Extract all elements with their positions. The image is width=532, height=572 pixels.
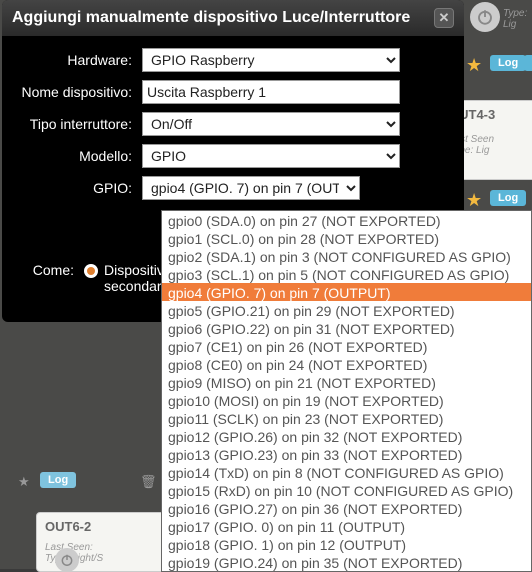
label-switch-type: Tipo interruttore: — [12, 116, 142, 132]
radio-icon — [84, 264, 98, 278]
gpio-option[interactable]: gpio12 (GPIO.26) on pin 32 (NOT EXPORTED… — [162, 427, 531, 445]
star-icon-2: ★ — [466, 190, 482, 211]
device-name-input[interactable] — [142, 80, 400, 104]
gpio-option[interactable]: gpio9 (MISO) on pin 21 (NOT EXPORTED) — [162, 373, 531, 391]
switch-type-select[interactable]: On/Off — [142, 112, 400, 136]
gpio-option[interactable]: gpio3 (SCL.1) on pin 5 (NOT CONFIGURED A… — [162, 265, 531, 283]
gpio-option[interactable]: gpio7 (CE1) on pin 26 (NOT EXPORTED) — [162, 337, 531, 355]
trash-icon: 🗑 — [140, 474, 157, 490]
row-hardware: Hardware: GPIO Raspberry — [12, 48, 454, 72]
row-switch-type: Tipo interruttore: On/Off — [12, 112, 454, 136]
dialog-titlebar[interactable]: Aggiungi manualmente dispositivo Luce/In… — [2, 0, 464, 36]
gpio-option[interactable]: gpio5 (GPIO.21) on pin 29 (NOT EXPORTED) — [162, 301, 531, 319]
label-hardware: Hardware: — [12, 52, 142, 68]
gpio-option[interactable]: gpio6 (GPIO.22) on pin 31 (NOT EXPORTED) — [162, 319, 531, 337]
row-gpio: GPIO: gpio4 (GPIO. 7) on pin 7 (OUTPUT) — [12, 176, 454, 200]
label-gpio: GPIO: — [12, 180, 142, 196]
gpio-option[interactable]: gpio1 (SCL.0) on pin 28 (NOT EXPORTED) — [162, 229, 531, 247]
label-as: Come: — [12, 262, 84, 278]
gpio-option[interactable]: gpio8 (CE0) on pin 24 (NOT EXPORTED) — [162, 355, 531, 373]
dialog-title: Aggiungi manualmente dispositivo Luce/In… — [12, 9, 410, 27]
log-button-bg3[interactable]: Log — [40, 472, 76, 488]
gpio-option[interactable]: gpio2 (SDA.1) on pin 3 (NOT CONFIGURED A… — [162, 247, 531, 265]
close-icon[interactable]: ✕ — [434, 8, 454, 28]
label-name: Nome dispositivo: — [12, 84, 142, 100]
log-button-bg2[interactable]: Log — [490, 190, 526, 206]
gpio-option[interactable]: gpio15 (RxD) on pin 10 (NOT CONFIGURED A… — [162, 481, 531, 499]
gpio-option[interactable]: gpio19 (GPIO.24) on pin 35 (NOT EXPORTED… — [162, 553, 531, 571]
card-title-2: OUT6-2 — [45, 519, 157, 534]
row-model: Modello: GPIO — [12, 144, 454, 168]
type-label-top: Type: Lig — [503, 8, 532, 30]
gpio-dropdown-list[interactable]: gpio0 (SDA.0) on pin 27 (NOT EXPORTED)gp… — [161, 210, 532, 572]
gpio-option[interactable]: gpio14 (TxD) on pin 8 (NOT CONFIGURED AS… — [162, 463, 531, 481]
label-model: Modello: — [12, 148, 142, 164]
gpio-option[interactable]: gpio18 (GPIO. 1) on pin 12 (OUTPUT) — [162, 535, 531, 553]
gpio-option[interactable]: gpio4 (GPIO. 7) on pin 7 (OUTPUT) — [162, 283, 531, 301]
log-button-bg1[interactable]: Log — [490, 55, 526, 71]
gpio-option[interactable]: gpio13 (GPIO.23) on pin 33 (NOT EXPORTED… — [162, 445, 531, 463]
star-icon-bottom: ★ — [18, 474, 30, 490]
power-icon — [470, 2, 500, 32]
gpio-option[interactable]: gpio0 (SDA.0) on pin 27 (NOT EXPORTED) — [162, 211, 531, 229]
log-button-bg-m1[interactable]: M — [524, 55, 532, 71]
gpio-option[interactable]: gpio11 (SCLK) on pin 23 (NOT EXPORTED) — [162, 409, 531, 427]
power-icon-2 — [55, 548, 79, 572]
model-select[interactable]: GPIO — [142, 144, 400, 168]
hardware-select[interactable]: GPIO Raspberry — [142, 48, 400, 72]
star-icon: ★ — [466, 55, 482, 76]
gpio-option[interactable]: gpio17 (GPIO. 0) on pin 11 (OUTPUT) — [162, 517, 531, 535]
gpio-select[interactable]: gpio4 (GPIO. 7) on pin 7 (OUTPUT) — [142, 176, 360, 200]
row-name: Nome dispositivo: — [12, 80, 454, 104]
gpio-option[interactable]: gpio16 (GPIO.27) on pin 36 (NOT EXPORTED… — [162, 499, 531, 517]
gpio-option[interactable]: gpio10 (MOSI) on pin 19 (NOT EXPORTED) — [162, 391, 531, 409]
